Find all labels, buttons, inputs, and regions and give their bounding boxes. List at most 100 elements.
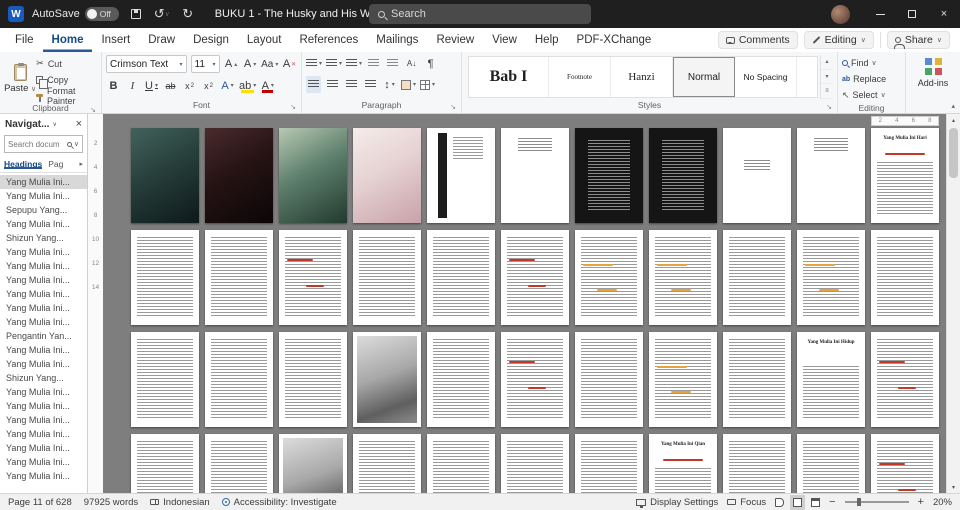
page-thumbnail[interactable] xyxy=(205,128,273,223)
word-count-indicator[interactable]: 97925 words xyxy=(84,497,138,508)
autosave-switch[interactable]: Off xyxy=(84,7,119,21)
format-painter-button[interactable]: Format Painter xyxy=(36,86,97,106)
bold-button[interactable]: B xyxy=(106,77,121,94)
font-name-combo[interactable]: Crimson Text ▾ xyxy=(106,55,187,73)
ribbon-tab-layout[interactable]: Layout xyxy=(238,28,291,52)
word-app-icon[interactable]: W xyxy=(8,6,24,22)
show-marks-button[interactable]: ¶ xyxy=(423,55,438,72)
nav-heading-item[interactable]: Yang Mulia Ini... xyxy=(0,413,87,427)
page-thumbnail[interactable] xyxy=(279,230,347,325)
page-thumbnail[interactable] xyxy=(353,434,421,493)
page-thumbnail[interactable] xyxy=(575,434,643,493)
web-layout-button[interactable] xyxy=(811,497,821,507)
page-thumbnail[interactable] xyxy=(427,230,495,325)
paragraph-dialog-launcher-icon[interactable]: ↘ xyxy=(450,101,456,114)
nav-tab-headings[interactable]: Headings xyxy=(4,159,42,169)
page-thumbnail[interactable] xyxy=(427,434,495,493)
nav-heading-item[interactable]: Yang Mulia Ini... xyxy=(0,427,87,441)
save-button[interactable] xyxy=(127,5,145,23)
ribbon-tab-draw[interactable]: Draw xyxy=(139,28,184,52)
increase-indent-button[interactable] xyxy=(385,55,400,72)
page-thumbnail[interactable] xyxy=(723,332,791,427)
page-thumbnail[interactable] xyxy=(205,332,273,427)
nav-heading-item[interactable]: Yang Mulia Ini... xyxy=(0,469,87,483)
chevron-down-icon[interactable]: ∨ xyxy=(52,121,56,128)
nav-heading-item[interactable]: Yang Mulia Ini... xyxy=(0,245,87,259)
font-dialog-launcher-icon[interactable]: ↘ xyxy=(290,101,296,114)
font-color-button[interactable]: A ▾ xyxy=(260,77,275,94)
display-settings-button[interactable]: Display Settings xyxy=(636,497,718,508)
decrease-indent-button[interactable] xyxy=(366,55,381,72)
page-thumbnail[interactable] xyxy=(131,128,199,223)
nav-heading-item[interactable]: Yang Mulia Ini... xyxy=(0,273,87,287)
style-footnote[interactable]: Footnote xyxy=(549,57,611,97)
page-thumbnail[interactable] xyxy=(501,434,569,493)
ribbon-tab-design[interactable]: Design xyxy=(184,28,238,52)
multilevel-list-button[interactable]: ▾ xyxy=(346,55,362,72)
zoom-slider[interactable] xyxy=(844,498,909,506)
page-thumbnail[interactable] xyxy=(279,434,347,493)
cut-button[interactable]: ✂ Cut xyxy=(36,57,97,70)
shrink-font-button[interactable]: A ▾ xyxy=(243,56,258,73)
page-thumbnail[interactable] xyxy=(797,128,865,223)
style-bab-i[interactable]: Bab I xyxy=(469,57,549,97)
justify-button[interactable] xyxy=(363,76,378,93)
page-thumbnail[interactable] xyxy=(131,332,199,427)
clear-formatting-button[interactable]: A ✕ xyxy=(282,56,297,73)
close-button[interactable]: × xyxy=(928,0,960,28)
page-thumbnail[interactable] xyxy=(279,332,347,427)
page-thumbnail[interactable] xyxy=(501,230,569,325)
ribbon-tab-review[interactable]: Review xyxy=(427,28,483,52)
zoom-in-button[interactable]: + xyxy=(918,496,924,508)
bullets-button[interactable]: ▾ xyxy=(306,55,322,72)
minimize-button[interactable] xyxy=(864,0,896,28)
change-case-button[interactable]: Aa ▾ xyxy=(261,56,278,73)
paste-button[interactable]: Paste ∨ xyxy=(4,55,36,102)
copy-button[interactable]: Copy xyxy=(36,73,97,89)
scroll-down-icon[interactable]: ▾ xyxy=(952,481,955,493)
strikethrough-button[interactable]: ab xyxy=(163,77,178,94)
page-thumbnail[interactable] xyxy=(871,434,939,493)
numbering-button[interactable]: ▾ xyxy=(326,55,342,72)
autosave-toggle[interactable]: AutoSave Off xyxy=(32,7,119,21)
focus-button[interactable]: Focus xyxy=(727,497,766,508)
page-thumbnail[interactable] xyxy=(871,230,939,325)
subscript-button[interactable]: x2 xyxy=(182,77,197,94)
nav-heading-item[interactable]: Pengantin Yan... xyxy=(0,329,87,343)
grow-font-button[interactable]: A ▴ xyxy=(224,56,239,73)
share-button[interactable]: Share ∨ xyxy=(886,31,950,49)
font-size-combo[interactable]: 11 ▾ xyxy=(190,55,220,73)
page-thumbnail[interactable] xyxy=(723,230,791,325)
page-thumbnail[interactable] xyxy=(649,332,717,427)
page-thumbnail[interactable] xyxy=(427,332,495,427)
align-right-button[interactable] xyxy=(344,76,359,93)
ribbon-tab-home[interactable]: Home xyxy=(43,28,93,52)
page-thumbnail[interactable] xyxy=(205,434,273,493)
highlight-color-button[interactable]: ab ▾ xyxy=(239,77,256,94)
search-box[interactable]: Search xyxy=(369,4,591,24)
page-thumbnail[interactable] xyxy=(575,128,643,223)
page-thumbnail[interactable] xyxy=(427,128,495,223)
nav-tabs-overflow-icon[interactable]: ▸ xyxy=(79,160,83,168)
user-avatar[interactable] xyxy=(831,4,850,24)
clipboard-dialog-launcher-icon[interactable]: ↘ xyxy=(90,104,96,117)
scrollbar-thumb[interactable] xyxy=(949,128,958,178)
page-number-indicator[interactable]: Page 11 of 628 xyxy=(8,497,72,508)
zoom-out-button[interactable]: − xyxy=(829,496,835,508)
italic-button[interactable]: I xyxy=(125,77,140,94)
nav-heading-item[interactable]: Shizun Yang... xyxy=(0,371,87,385)
styles-gallery-expand-icon[interactable]: ≡ xyxy=(821,84,833,100)
style-no-spacing[interactable]: No Spacing xyxy=(735,57,797,97)
print-layout-button[interactable] xyxy=(790,494,806,510)
comments-button[interactable]: Comments xyxy=(717,31,798,49)
superscript-button[interactable]: x2 xyxy=(201,77,216,94)
page-thumbnail[interactable] xyxy=(131,230,199,325)
page-thumbnail[interactable] xyxy=(575,332,643,427)
page-thumbnail[interactable] xyxy=(797,434,865,493)
language-indicator[interactable]: Indonesian xyxy=(150,497,210,508)
page-thumbnail[interactable] xyxy=(205,230,273,325)
page-thumbnail[interactable] xyxy=(501,128,569,223)
editing-mode-button[interactable]: Editing ∨ xyxy=(803,31,874,49)
nav-heading-item[interactable]: Yang Mulia Ini... xyxy=(0,441,87,455)
page-thumbnail[interactable] xyxy=(649,128,717,223)
